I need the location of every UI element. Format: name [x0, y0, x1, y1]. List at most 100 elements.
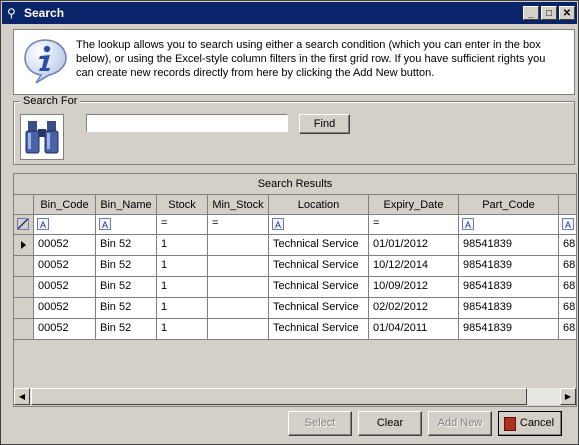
cell-location[interactable]: Technical Service — [269, 298, 369, 319]
cell-bin-code[interactable]: 00052 — [34, 235, 96, 256]
cell-location[interactable]: Technical Service — [269, 235, 369, 256]
cell-part-code[interactable]: 98541839 — [459, 277, 559, 298]
column-header-min-stock[interactable]: Min_Stock — [208, 195, 269, 215]
cell-partial[interactable]: 68 — [559, 298, 576, 319]
text-filter-icon[interactable]: A — [462, 218, 474, 230]
cell-partial[interactable]: 68 — [559, 319, 576, 340]
maximize-button[interactable]: □ — [541, 6, 557, 20]
scroll-left-arrow-icon[interactable]: ◀ — [14, 388, 30, 405]
filter-part-code[interactable]: A — [459, 215, 559, 235]
equals-filter-icon[interactable]: = — [373, 217, 379, 229]
cell-bin-code[interactable]: 00052 — [34, 277, 96, 298]
cell-bin-name[interactable]: Bin 52 — [96, 235, 157, 256]
cell-min-stock[interactable] — [208, 235, 269, 256]
cell-bin-code[interactable]: 00052 — [34, 319, 96, 340]
binoculars-icon — [20, 114, 64, 160]
clear-button[interactable]: Clear — [358, 411, 422, 436]
cell-part-code[interactable]: 98541839 — [459, 235, 559, 256]
cell-stock[interactable]: 1 — [157, 319, 208, 340]
filter-bin-code[interactable]: A — [34, 215, 96, 235]
current-row-arrow-icon — [21, 241, 26, 249]
cell-expiry-date[interactable]: 02/02/2012 — [369, 298, 459, 319]
cancel-label: Cancel — [519, 417, 555, 429]
row-selector[interactable] — [14, 256, 34, 277]
cell-stock[interactable]: 1 — [157, 235, 208, 256]
close-button[interactable]: ✕ — [559, 6, 575, 20]
row-selector[interactable] — [14, 319, 34, 340]
scroll-thumb[interactable] — [31, 388, 527, 405]
info-panel: The lookup allows you to search using ei… — [13, 29, 575, 95]
search-for-legend: Search For — [20, 95, 81, 107]
search-dialog: ⚲ Search _ □ ✕ The lookup allows you to … — [0, 0, 579, 445]
cell-partial[interactable]: 68 — [559, 277, 576, 298]
search-results-grid: Search Results Bin_Code Bin_Name Stock M… — [13, 173, 577, 407]
row-selector[interactable] — [14, 277, 34, 298]
cell-stock[interactable]: 1 — [157, 298, 208, 319]
filter-partial[interactable]: A — [559, 215, 576, 235]
column-header-bin-name[interactable]: Bin_Name — [96, 195, 157, 215]
search-for-group: Search For Find — [13, 95, 575, 165]
cell-bin-code[interactable]: 00052 — [34, 298, 96, 319]
horizontal-scrollbar[interactable]: ◀ ▶ — [14, 388, 576, 405]
text-filter-icon[interactable]: A — [562, 218, 574, 230]
cell-expiry-date[interactable]: 01/04/2011 — [369, 319, 459, 340]
column-header-stock[interactable]: Stock — [157, 195, 208, 215]
filter-stock[interactable]: = — [157, 215, 208, 235]
column-header-partial[interactable] — [559, 195, 576, 215]
minimize-button[interactable]: _ — [523, 6, 539, 20]
search-input[interactable] — [86, 114, 288, 132]
clear-filter-icon[interactable] — [17, 218, 29, 230]
column-header-expiry-date[interactable]: Expiry_Date — [369, 195, 459, 215]
window-title: Search — [24, 6, 65, 20]
cell-expiry-date[interactable]: 10/12/2014 — [369, 256, 459, 277]
column-header-location[interactable]: Location — [269, 195, 369, 215]
grid-title: Search Results — [14, 174, 576, 195]
select-button[interactable]: Select — [288, 411, 352, 436]
binoculars-app-icon: ⚲ — [7, 6, 16, 20]
cell-min-stock[interactable] — [208, 298, 269, 319]
cell-bin-code[interactable]: 00052 — [34, 256, 96, 277]
row-header-corner — [14, 195, 34, 215]
cell-part-code[interactable]: 98541839 — [459, 319, 559, 340]
cell-location[interactable]: Technical Service — [269, 319, 369, 340]
filter-min-stock[interactable]: = — [208, 215, 269, 235]
cell-bin-name[interactable]: Bin 52 — [96, 277, 157, 298]
info-icon — [24, 39, 67, 84]
cell-bin-name[interactable]: Bin 52 — [96, 256, 157, 277]
cancel-button[interactable]: Cancel — [498, 411, 562, 436]
filter-location[interactable]: A — [269, 215, 369, 235]
cell-partial[interactable]: 68 — [559, 256, 576, 277]
filter-clear-cell[interactable] — [14, 215, 34, 235]
cell-min-stock[interactable] — [208, 256, 269, 277]
title-bar[interactable]: ⚲ Search _ □ ✕ — [2, 2, 577, 24]
filter-bin-name[interactable]: A — [96, 215, 157, 235]
text-filter-icon[interactable]: A — [37, 218, 49, 230]
text-filter-icon[interactable]: A — [272, 218, 284, 230]
cell-bin-name[interactable]: Bin 52 — [96, 298, 157, 319]
row-selector[interactable] — [14, 298, 34, 319]
cell-partial[interactable]: 68 — [559, 235, 576, 256]
cell-min-stock[interactable] — [208, 319, 269, 340]
info-text: The lookup allows you to search using ei… — [76, 39, 546, 79]
column-header-part-code[interactable]: Part_Code — [459, 195, 559, 215]
cell-stock[interactable]: 1 — [157, 277, 208, 298]
column-header-bin-code[interactable]: Bin_Code — [34, 195, 96, 215]
cell-expiry-date[interactable]: 10/09/2012 — [369, 277, 459, 298]
equals-filter-icon[interactable]: = — [161, 217, 167, 229]
find-button[interactable]: Find — [299, 114, 350, 134]
scroll-right-arrow-icon[interactable]: ▶ — [560, 388, 576, 405]
cell-part-code[interactable]: 98541839 — [459, 298, 559, 319]
add-new-button[interactable]: Add New — [428, 411, 492, 436]
filter-expiry-date[interactable]: = — [369, 215, 459, 235]
cancel-door-icon — [504, 417, 516, 431]
cell-expiry-date[interactable]: 01/01/2012 — [369, 235, 459, 256]
text-filter-icon[interactable]: A — [99, 218, 111, 230]
cell-min-stock[interactable] — [208, 277, 269, 298]
cell-stock[interactable]: 1 — [157, 256, 208, 277]
equals-filter-icon[interactable]: = — [212, 217, 218, 229]
row-selector[interactable] — [14, 235, 34, 256]
cell-bin-name[interactable]: Bin 52 — [96, 319, 157, 340]
cell-part-code[interactable]: 98541839 — [459, 256, 559, 277]
cell-location[interactable]: Technical Service — [269, 256, 369, 277]
cell-location[interactable]: Technical Service — [269, 277, 369, 298]
